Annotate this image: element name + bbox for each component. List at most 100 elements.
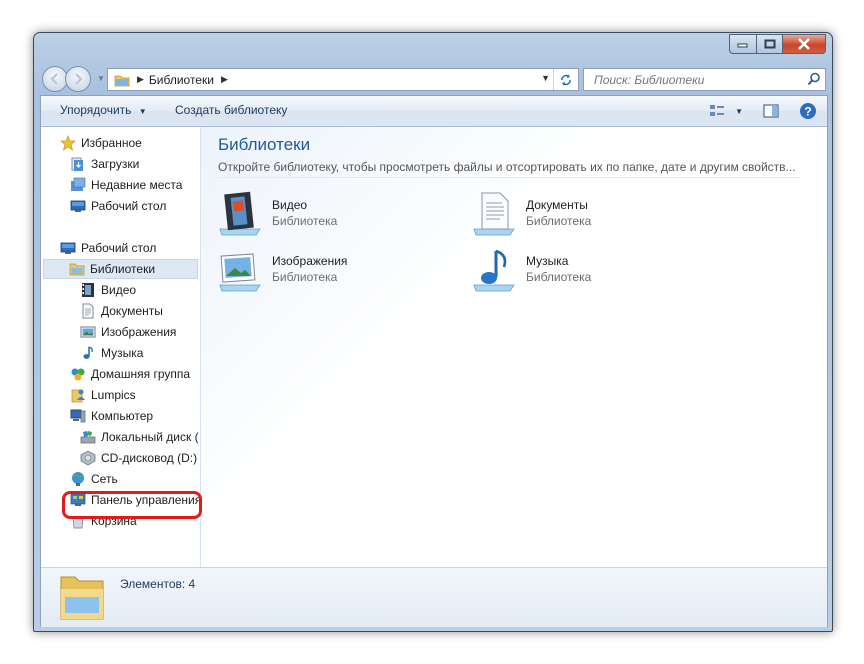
documents-library-icon bbox=[473, 192, 515, 236]
sidebar-item-label: Документы bbox=[101, 304, 163, 318]
library-name: Музыка bbox=[526, 254, 569, 268]
sidebar-item-label: Рабочий стол bbox=[91, 199, 167, 213]
back-arrow-icon bbox=[50, 73, 58, 85]
page-title: Библиотеки bbox=[218, 135, 311, 154]
sidebar-item-label: Недавние места bbox=[91, 178, 183, 192]
breadcrumb-libraries[interactable]: Библиотеки bbox=[149, 73, 214, 87]
library-name: Видео bbox=[272, 198, 308, 212]
libraries-folder-icon bbox=[60, 576, 104, 620]
search-input[interactable] bbox=[592, 71, 806, 88]
explorer-body: Упорядочить ▼ Создать библиотеку ▼ ? Изб… bbox=[40, 95, 828, 627]
page-description: Откройте библиотеку, чтобы просмотреть ф… bbox=[218, 160, 796, 174]
sidebar-item-desktop-fav[interactable]: Рабочий стол bbox=[70, 196, 166, 216]
address-history-dropdown[interactable]: ▼ bbox=[541, 73, 550, 83]
sidebar-item-computer[interactable]: Компьютер bbox=[70, 406, 153, 426]
recent-pages-dropdown[interactable]: ▼ bbox=[97, 74, 105, 83]
library-documents[interactable]: Документы Библиотека bbox=[472, 191, 702, 239]
sidebar-item-cd-drive[interactable]: CD-дисковод (D:) bbox=[80, 448, 197, 468]
change-view-icon[interactable] bbox=[709, 104, 725, 118]
new-library-button[interactable]: Создать библиотеку bbox=[175, 103, 287, 117]
forward-button[interactable] bbox=[65, 66, 91, 92]
sidebar-item-label: Музыка bbox=[101, 346, 144, 360]
close-button[interactable] bbox=[783, 34, 826, 54]
video-icon bbox=[82, 283, 94, 297]
libraries-folder-icon bbox=[114, 75, 130, 86]
sidebar-item-label: Рабочий стол bbox=[81, 241, 157, 255]
sidebar-item-downloads[interactable]: Загрузки bbox=[70, 154, 139, 174]
organize-dropdown-icon: ▼ bbox=[138, 107, 147, 116]
desktop-icon bbox=[70, 200, 86, 212]
command-toolbar: Упорядочить ▼ Создать библиотеку ▼ ? bbox=[41, 96, 827, 127]
maximize-icon bbox=[764, 39, 775, 49]
library-type: Библиотека bbox=[272, 214, 338, 228]
header-divider bbox=[218, 177, 800, 178]
search-box[interactable] bbox=[583, 68, 826, 91]
pictures-library-icon bbox=[219, 253, 261, 292]
recent-places-icon bbox=[71, 177, 86, 191]
minimize-button[interactable] bbox=[729, 34, 757, 54]
sidebar-item-documents[interactable]: Документы bbox=[80, 301, 163, 321]
computer-icon bbox=[70, 409, 86, 423]
sidebar-item-local-disk[interactable]: Локальный диск ( bbox=[80, 427, 199, 447]
sidebar-item-label: Lumpics bbox=[91, 388, 136, 402]
highlight-marker bbox=[62, 491, 202, 519]
library-name: Документы bbox=[526, 198, 588, 212]
cd-drive-icon bbox=[80, 450, 96, 466]
library-type: Библиотека bbox=[272, 270, 338, 284]
homegroup-icon bbox=[71, 368, 85, 381]
sidebar-item-label: Компьютер bbox=[91, 409, 154, 423]
breadcrumb-chevron-icon[interactable]: ▶ bbox=[221, 74, 228, 85]
library-video[interactable]: Видео Библиотека bbox=[218, 191, 448, 239]
help-icon[interactable]: ? bbox=[799, 102, 817, 120]
organize-button[interactable]: Упорядочить ▼ bbox=[60, 103, 147, 117]
search-icon[interactable] bbox=[807, 72, 821, 86]
sidebar-item-label: Сеть bbox=[91, 472, 118, 486]
svg-text:?: ? bbox=[804, 105, 811, 119]
sidebar-item-homegroup[interactable]: Домашняя группа bbox=[70, 364, 190, 384]
organize-label: Упорядочить bbox=[60, 103, 132, 117]
view-options-dropdown-icon[interactable]: ▼ bbox=[735, 107, 743, 116]
navigation-bar: ▼ ▶ Библиотеки ▶ ▼ bbox=[40, 66, 826, 92]
sidebar-item-label: Избранное bbox=[81, 136, 142, 150]
library-type: Библиотека bbox=[526, 214, 592, 228]
sidebar-item-network[interactable]: Сеть bbox=[70, 469, 118, 489]
sidebar-item-video[interactable]: Видео bbox=[80, 280, 136, 300]
minimize-icon bbox=[737, 43, 748, 48]
library-pictures[interactable]: Изображения Библиотека bbox=[218, 247, 448, 295]
sidebar-item-label: Библиотеки bbox=[90, 262, 156, 276]
documents-icon bbox=[82, 303, 94, 319]
sidebar-item-user[interactable]: Lumpics bbox=[70, 385, 136, 405]
breadcrumb-separator-icon[interactable]: ▶ bbox=[137, 74, 144, 85]
desktop-icon bbox=[60, 242, 76, 254]
preview-pane-icon[interactable] bbox=[763, 104, 779, 118]
sidebar-item-pictures[interactable]: Изображения bbox=[80, 322, 176, 342]
details-pane: Элементов: 4 bbox=[41, 567, 827, 627]
items-count: Элементов: 4 bbox=[120, 577, 196, 591]
star-icon bbox=[60, 135, 76, 151]
sidebar-item-music[interactable]: Музыка bbox=[80, 343, 143, 363]
close-icon bbox=[798, 38, 810, 50]
library-name: Изображения bbox=[272, 254, 348, 268]
downloads-icon bbox=[71, 157, 83, 171]
caption-buttons bbox=[729, 34, 826, 54]
network-icon bbox=[72, 472, 84, 486]
explorer-window: ▼ ▶ Библиотеки ▶ ▼ Поиск: Библиотеки Упо… bbox=[33, 32, 833, 632]
address-bar[interactable]: ▶ Библиотеки ▶ ▼ bbox=[107, 68, 579, 91]
forward-arrow-icon bbox=[75, 73, 83, 85]
sidebar-item-label: Загрузки bbox=[91, 157, 140, 171]
sidebar-item-label: Видео bbox=[101, 283, 137, 297]
maximize-button[interactable] bbox=[757, 34, 783, 54]
sidebar-item-desktop[interactable]: Рабочий стол bbox=[60, 238, 156, 258]
refresh-icon bbox=[561, 73, 571, 86]
toolbar-right-icons: ▼ ? bbox=[709, 102, 817, 120]
sidebar-item-label: Изображения bbox=[101, 325, 177, 339]
libraries-content: Библиотеки Откройте библиотеку, чтобы пр… bbox=[201, 127, 827, 567]
sidebar-item-favorites[interactable]: Избранное bbox=[60, 133, 142, 153]
music-library-icon bbox=[473, 249, 515, 292]
local-disk-icon bbox=[80, 431, 96, 444]
sidebar-item-recent-places[interactable]: Недавние места bbox=[70, 175, 182, 195]
library-music[interactable]: Музыка Библиотека bbox=[472, 247, 702, 295]
sidebar-item-libraries[interactable]: Библиотеки bbox=[43, 259, 198, 279]
sidebar-item-label: Домашняя группа bbox=[91, 367, 191, 381]
refresh-button[interactable] bbox=[553, 69, 578, 90]
